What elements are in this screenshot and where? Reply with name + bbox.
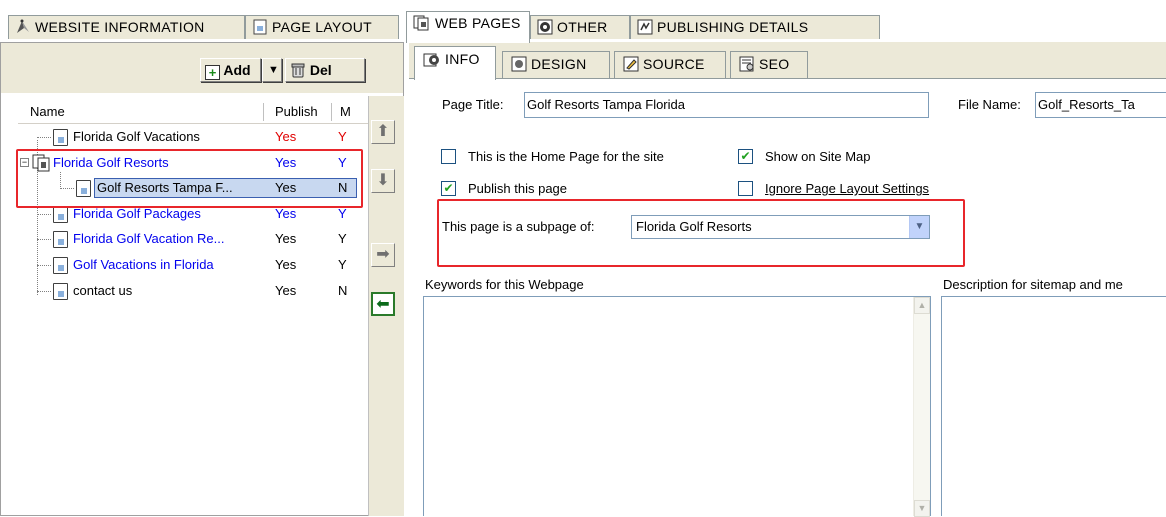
site-map-checkbox[interactable]: ✔ bbox=[738, 149, 753, 164]
highlight-box-subpage bbox=[437, 199, 965, 267]
trash-icon bbox=[290, 62, 306, 84]
compass-icon bbox=[15, 19, 31, 41]
keywords-label: Keywords for this Webpage bbox=[425, 277, 584, 292]
file-name-input[interactable]: Golf_Resorts_Ta bbox=[1035, 92, 1166, 118]
tab-info[interactable]: INFO bbox=[414, 46, 496, 80]
column-menu[interactable]: M bbox=[340, 100, 351, 124]
page-title-label: Page Title: bbox=[442, 97, 504, 112]
arrow-down-icon: ⬇ bbox=[376, 172, 390, 189]
highlight-box-tree bbox=[16, 149, 363, 208]
design-icon bbox=[511, 55, 527, 79]
arrow-right-icon: ➡ bbox=[376, 246, 390, 263]
tab-web-pages-label: WEB PAGES bbox=[435, 15, 521, 31]
page-publish: Yes bbox=[275, 283, 297, 298]
page-menu: Y bbox=[338, 231, 347, 246]
add-page-button-label: Add bbox=[223, 62, 251, 78]
tab-design[interactable]: DESIGN bbox=[502, 51, 610, 78]
keywords-textarea[interactable]: ▲ ▼ bbox=[423, 296, 931, 517]
seo-icon bbox=[739, 55, 755, 79]
page-title-input[interactable]: Golf Resorts Tampa Florida bbox=[524, 92, 929, 118]
tab-other[interactable]: OTHER bbox=[530, 15, 630, 39]
chevron-down-icon: ▼ bbox=[268, 64, 279, 76]
tab-seo-label: SEO bbox=[759, 56, 790, 72]
page-menu: N bbox=[338, 283, 348, 298]
page-menu: Y bbox=[338, 257, 347, 272]
gear-icon bbox=[537, 19, 553, 41]
keywords-scrollbar[interactable]: ▲ ▼ bbox=[913, 297, 930, 517]
page-list-header: Name Publish M bbox=[18, 100, 368, 124]
list-item[interactable]: Florida Golf Vacation Re... Yes Y bbox=[0, 228, 368, 250]
page-icon bbox=[252, 19, 268, 41]
tab-design-label: DESIGN bbox=[531, 56, 587, 72]
delete-page-button[interactable]: Del bbox=[285, 58, 365, 82]
arrow-up-icon: ⬆ bbox=[376, 123, 390, 140]
publish-label: Publish this page bbox=[468, 181, 568, 196]
description-textarea[interactable] bbox=[941, 296, 1166, 516]
tab-publishing-details-label: PUBLISHING DETAILS bbox=[657, 19, 809, 35]
tab-source-label: SOURCE bbox=[643, 56, 705, 72]
page-icon bbox=[53, 206, 68, 223]
ignore-layout-checkbox[interactable] bbox=[738, 181, 753, 196]
page-icon bbox=[53, 129, 68, 146]
home-page-checkbox[interactable] bbox=[441, 149, 456, 164]
tab-seo[interactable]: SEO bbox=[730, 51, 808, 78]
file-name-label: File Name: bbox=[958, 97, 1021, 112]
scroll-down-icon[interactable]: ▼ bbox=[914, 500, 930, 517]
tab-website-information[interactable]: WEBSITE INFORMATION bbox=[8, 15, 245, 39]
page-menu: Y bbox=[338, 129, 347, 144]
add-dropdown-button[interactable]: ▼ bbox=[262, 58, 282, 82]
pencil-icon bbox=[623, 55, 639, 79]
move-down-button[interactable]: ⬇ bbox=[371, 169, 395, 193]
list-item[interactable]: Florida Golf Vacations Yes Y bbox=[0, 126, 368, 148]
page-icon bbox=[53, 283, 68, 300]
page-icon bbox=[53, 257, 68, 274]
tab-page-layout-label: PAGE LAYOUT bbox=[272, 19, 373, 35]
publish-checkbox[interactable]: ✔ bbox=[441, 181, 456, 196]
page-name: contact us bbox=[73, 283, 133, 298]
page-publish: Yes bbox=[275, 257, 297, 272]
arrow-left-icon: ⬅ bbox=[376, 296, 390, 313]
tab-info-label: INFO bbox=[445, 51, 480, 67]
tab-website-information-label: WEBSITE INFORMATION bbox=[35, 19, 205, 35]
description-label: Description for sitemap and me bbox=[943, 277, 1123, 292]
tab-source[interactable]: SOURCE bbox=[614, 51, 726, 78]
ignore-layout-label: Ignore Page Layout Settings bbox=[765, 181, 930, 196]
page-name: Florida Golf Vacation Re... bbox=[73, 231, 225, 246]
move-up-button[interactable]: ⬆ bbox=[371, 120, 395, 144]
add-icon: + bbox=[205, 65, 220, 80]
page-icon bbox=[53, 231, 68, 248]
column-name[interactable]: Name bbox=[30, 100, 65, 124]
tab-publishing-details[interactable]: PUBLISHING DETAILS bbox=[630, 15, 880, 39]
pages-icon bbox=[413, 15, 431, 37]
scroll-up-icon[interactable]: ▲ bbox=[914, 297, 930, 314]
site-map-label: Show on Site Map bbox=[765, 149, 871, 164]
tab-other-label: OTHER bbox=[557, 19, 608, 35]
page-publish: Yes bbox=[275, 129, 297, 144]
tab-web-pages[interactable]: WEB PAGES bbox=[406, 11, 530, 43]
tab-page-layout[interactable]: PAGE LAYOUT bbox=[245, 15, 399, 39]
page-name: Golf Vacations in Florida bbox=[73, 257, 214, 272]
list-item[interactable]: contact us Yes N bbox=[0, 280, 368, 302]
outdent-button[interactable]: ⬅ bbox=[371, 292, 395, 316]
column-publish[interactable]: Publish bbox=[275, 100, 318, 124]
info-icon bbox=[423, 50, 441, 74]
home-page-label: This is the Home Page for the site bbox=[468, 149, 664, 164]
add-page-button[interactable]: + Add bbox=[200, 58, 261, 82]
page-name: Florida Golf Vacations bbox=[73, 129, 200, 144]
delete-page-button-label: Del bbox=[309, 62, 332, 78]
page-publish: Yes bbox=[275, 231, 297, 246]
list-item[interactable]: Golf Vacations in Florida Yes Y bbox=[0, 254, 368, 276]
indent-button[interactable]: ➡ bbox=[371, 243, 395, 267]
details-icon bbox=[637, 19, 653, 41]
